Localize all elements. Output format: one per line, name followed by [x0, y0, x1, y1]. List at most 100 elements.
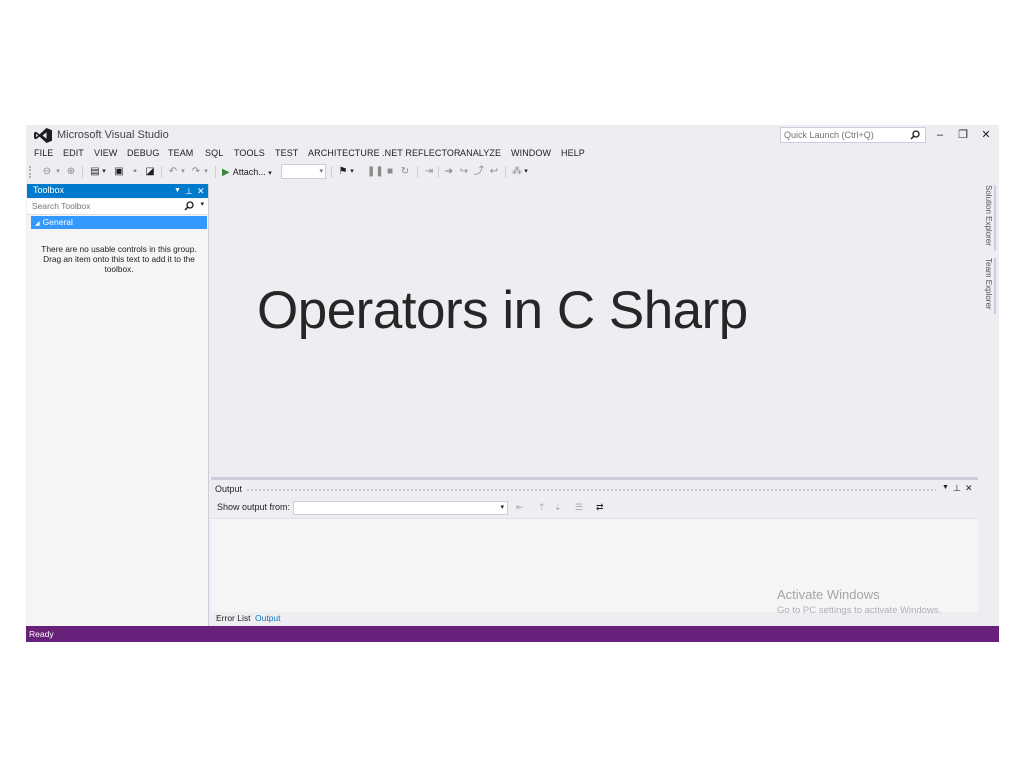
show-next-statement-icon[interactable]: ⇥ [422, 165, 436, 179]
pin-icon[interactable]: ⊥ [953, 483, 961, 494]
menu-file[interactable]: FILE [34, 148, 53, 158]
output-toolbar: Show output from: ▾ ⇤ ⇡ ⇣ ☰ ⇄ [211, 499, 978, 517]
output-header: Output ▼ ⊥ ✕ [211, 483, 978, 496]
restore-button[interactable]: ❐ [953, 127, 973, 143]
toolbar-options-icon[interactable]: ▾ [522, 165, 530, 179]
step-back-icon[interactable]: ↩ [487, 165, 501, 179]
save-icon[interactable]: ▪ [128, 165, 142, 179]
attach-label: Attach... [232, 167, 266, 177]
search-icon[interactable] [910, 130, 920, 140]
title-bar: Microsoft Visual Studio – ❐ ✕ [26, 125, 999, 146]
toolbox-empty-message: There are no usable controls in this gro… [41, 244, 197, 274]
toolbox-panel: Toolbox ▼ ⊥ ✕ ▾ ◢General There are no us… [27, 184, 209, 626]
step-over-icon[interactable]: ↪ [457, 165, 471, 179]
team-explorer-tab-indicator [994, 258, 996, 314]
menu-architecture[interactable]: ARCHITECTURE [308, 148, 380, 158]
back-dropdown-icon[interactable]: ▾ [54, 165, 62, 179]
activation-watermark-title: Activate Windows [777, 587, 880, 602]
toolbox-search-box[interactable]: ▾ [27, 199, 208, 215]
redo-icon[interactable]: ↷ [189, 165, 203, 179]
team-explorer-tab[interactable]: Team Explorer [981, 258, 993, 310]
menu-view[interactable]: VIEW [94, 148, 117, 158]
menu-help[interactable]: HELP [561, 148, 585, 158]
output-source-select[interactable]: ▾ [293, 501, 508, 515]
output-title: Output [215, 484, 243, 494]
app-title: Microsoft Visual Studio [57, 129, 169, 141]
menu-sql[interactable]: SQL [205, 148, 223, 158]
menu-team[interactable]: TEAM [168, 148, 193, 158]
quick-launch-box[interactable] [780, 127, 926, 143]
output-drag-grip[interactable] [246, 488, 936, 491]
previous-message-icon[interactable]: ⇡ [538, 502, 546, 513]
output-close-icon[interactable]: ✕ [965, 483, 973, 494]
new-project-dropdown-icon[interactable]: ▾ [100, 165, 108, 179]
toolbar-separator [215, 166, 216, 178]
toolbar-separator [438, 166, 439, 178]
toolbar-separator [331, 166, 332, 178]
solution-explorer-tab-indicator [994, 185, 996, 251]
toggle-word-wrap-icon[interactable]: ⇄ [596, 502, 604, 513]
menu-debug[interactable]: DEBUG [127, 148, 160, 158]
toolbox-search-input[interactable] [32, 200, 182, 212]
stop-icon[interactable]: ■ [383, 165, 397, 179]
toolbox-close-icon[interactable]: ✕ [197, 184, 205, 198]
play-icon: ▶ [222, 167, 230, 178]
chevron-down-icon: ▾ [319, 168, 323, 175]
attach-button[interactable]: ▶ Attach... ▾ [222, 165, 272, 179]
menu-edit[interactable]: EDIT [63, 148, 84, 158]
undo-dropdown-icon[interactable]: ▾ [179, 165, 187, 179]
pin-icon[interactable]: ⊥ [185, 184, 193, 198]
pause-icon[interactable]: ❚❚ [367, 165, 384, 179]
browser-link-dropdown-icon[interactable]: ▾ [348, 165, 356, 179]
toolbox-group-general[interactable]: ◢ General [31, 216, 207, 229]
restart-icon[interactable]: ↻ [398, 165, 412, 179]
status-bar: Ready [26, 626, 999, 642]
menu-test[interactable]: TEST [275, 148, 298, 158]
tab-output[interactable]: Output [255, 613, 281, 623]
toolbar-separator [161, 166, 162, 178]
standard-toolbar: ⊖ ▾ ⊕ ▤ ▾ ▣ ▪ ◪ ↶ ▾ ↷ ▾ ▶ Attach... ▾ ▾ ⚑… [26, 162, 999, 182]
open-file-icon[interactable]: ▣ [112, 165, 126, 179]
next-message-icon[interactable]: ⇣ [554, 502, 562, 513]
toolbox-title: Toolbox [33, 185, 65, 195]
status-text: Ready [29, 629, 54, 639]
visual-studio-window: Microsoft Visual Studio – ❐ ✕ FILE EDIT … [26, 125, 999, 642]
toolbox-menu-dropdown-icon[interactable]: ▼ [174, 184, 181, 198]
output-menu-dropdown-icon[interactable]: ▼ [942, 484, 949, 491]
overlay-title: Operators in C Sharp [257, 281, 748, 340]
redo-dropdown-icon[interactable]: ▾ [202, 165, 210, 179]
close-button[interactable]: ✕ [976, 127, 996, 143]
output-panel: Output ▼ ⊥ ✕ Show output from: ▾ ⇤ ⇡ ⇣ ☰… [211, 477, 978, 626]
editor-area: Operators in C Sharp [210, 184, 977, 474]
solution-explorer-tab[interactable]: Solution Explorer [981, 185, 993, 246]
clear-all-icon[interactable]: ☰ [575, 502, 583, 513]
expanded-arrow-icon: ◢ [35, 221, 40, 227]
navigate-forward-icon[interactable]: ⊕ [64, 165, 78, 179]
activation-watermark-subtitle: Go to PC settings to activate Windows. [777, 605, 942, 616]
search-icon[interactable] [184, 201, 194, 211]
toolbar-grip[interactable] [29, 166, 34, 178]
toolbar-separator [82, 166, 83, 178]
solution-config-dropdown[interactable]: ▾ [281, 164, 326, 179]
menu-analyze[interactable]: ANALYZE [460, 148, 501, 158]
navigate-back-icon[interactable]: ⊖ [40, 165, 54, 179]
visual-studio-logo-icon [34, 128, 52, 143]
step-out-icon[interactable]: ⤴ [472, 165, 486, 179]
save-all-icon[interactable]: ◪ [143, 165, 157, 179]
show-output-from-label: Show output from: [217, 502, 291, 512]
toolbar-separator [505, 166, 506, 178]
toolbox-group-label: General [42, 217, 73, 227]
go-to-line-icon[interactable]: ⇤ [516, 502, 524, 513]
chevron-down-icon: ▾ [500, 504, 504, 511]
minimize-button[interactable]: – [930, 127, 950, 143]
quick-launch-input[interactable] [784, 129, 902, 141]
menu-net-reflector[interactable]: .NET REFLECTOR [382, 148, 461, 158]
step-into-icon[interactable]: ➔ [442, 165, 456, 179]
tab-error-list[interactable]: Error List [216, 613, 250, 623]
menu-tools[interactable]: TOOLS [234, 148, 265, 158]
toolbar-separator [417, 166, 418, 178]
search-options-dropdown-icon[interactable]: ▾ [200, 200, 204, 208]
menu-window[interactable]: WINDOW [511, 148, 551, 158]
attach-dropdown-icon[interactable]: ▾ [268, 170, 272, 177]
undo-icon[interactable]: ↶ [166, 165, 180, 179]
